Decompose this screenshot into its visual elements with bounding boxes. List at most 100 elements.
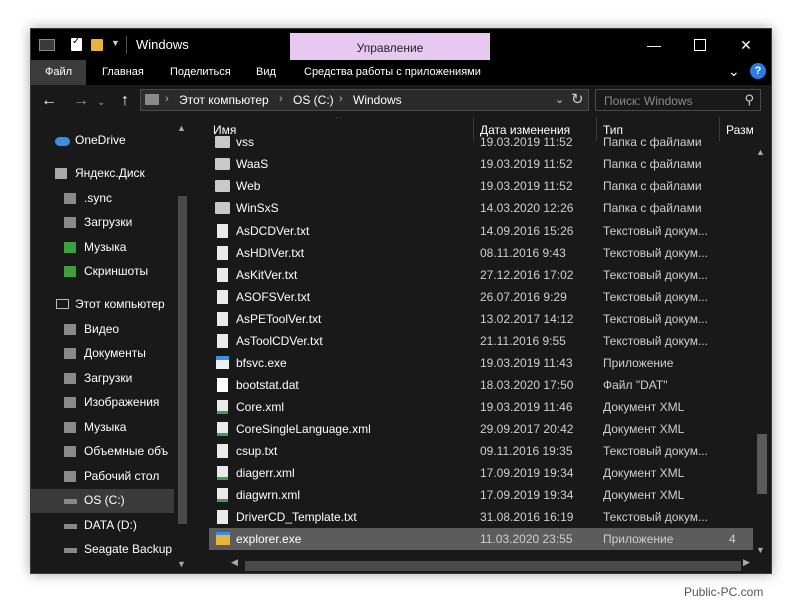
file-row[interactable]: AsToolCDVer.txt 21.11.2016 9:55 Текстовы… [209, 330, 754, 352]
sidebar-scroll-down-icon[interactable]: ▼ [177, 559, 186, 569]
file-name: bfsvc.exe [236, 356, 287, 370]
breadcrumb-os-c[interactable]: OS (C:) [293, 93, 334, 107]
address-dropdown-icon[interactable]: ⌄ [555, 93, 564, 106]
sidebar-item-onedrive[interactable]: OneDrive [31, 129, 174, 153]
breadcrumb-windows[interactable]: Windows [353, 93, 402, 107]
file-type: Текстовый докум... [603, 334, 708, 348]
sidebar-item-desktop[interactable]: Рабочий стол [31, 465, 174, 489]
file-date: 08.11.2016 9:43 [480, 246, 566, 260]
sidebar-item-documents[interactable]: Документы [31, 342, 174, 366]
file-row[interactable]: ASOFSVer.txt 26.07.2016 9:29 Текстовый д… [209, 286, 754, 308]
up-button[interactable]: ↑ [121, 92, 129, 110]
tab-app-tools[interactable]: Средства работы с приложениями [304, 60, 481, 85]
file-list-vertical-scrollbar[interactable] [753, 117, 771, 573]
file-row[interactable]: AsHDIVer.txt 08.11.2016 9:43 Текстовый д… [209, 242, 754, 264]
file-type: Файл "DAT" [603, 378, 668, 392]
file-row[interactable]: AsKitVer.txt 27.12.2016 17:02 Текстовый … [209, 264, 754, 286]
file-row[interactable]: WaaS 19.03.2019 11:52 Папка с файлами [209, 153, 754, 175]
title-bar: ▼ Windows Управление — ✕ [31, 29, 771, 60]
file-name: explorer.exe [236, 532, 302, 546]
vertical-scroll-thumb[interactable] [757, 434, 767, 494]
sidebar-scroll-thumb[interactable] [178, 196, 187, 524]
file-type: Папка с файлами [603, 201, 702, 215]
address-row: ← → ⌄ ↑ › Этот компьютер › OS (C:) › Win… [31, 85, 771, 117]
search-input[interactable]: Поиск: Windows ⚲ [595, 89, 761, 111]
close-button[interactable]: ✕ [723, 33, 769, 57]
help-icon[interactable]: ? [750, 63, 766, 79]
sidebar-item-yandex-disk[interactable]: Яндекс.Диск [31, 162, 174, 186]
file-row[interactable]: AsPEToolVer.txt 13.02.2017 14:12 Текстов… [209, 308, 754, 330]
tab-share[interactable]: Поделиться [170, 60, 231, 85]
new-folder-icon[interactable] [91, 39, 103, 51]
text-file-icon [217, 312, 228, 326]
sidebar-item-os-c[interactable]: OS (C:) [31, 489, 174, 513]
file-date: 19.03.2019 11:43 [480, 356, 573, 370]
sidebar-item-3d-objects[interactable]: Объемные объ [31, 440, 174, 464]
sidebar-item-sync[interactable]: .sync [31, 187, 174, 211]
file-name: AsHDIVer.txt [236, 246, 305, 260]
file-row[interactable]: WinSxS 14.03.2020 12:26 Папка с файлами [209, 197, 754, 219]
sidebar-item-music[interactable]: Музыка [31, 416, 174, 440]
sidebar-item-data-d[interactable]: DATA (D:) [31, 514, 174, 538]
refresh-icon[interactable]: ↻ [571, 90, 584, 108]
file-type: Документ XML [603, 488, 685, 502]
text-file-icon [217, 224, 228, 238]
sidebar-item-screenshots[interactable]: Скриншоты [31, 260, 174, 284]
sidebar-item-this-pc[interactable]: Этот компьютер [31, 293, 174, 317]
tab-view[interactable]: Вид [256, 60, 276, 85]
file-row[interactable]: DriverCD_Template.txt 31.08.2016 16:19 Т… [209, 506, 754, 528]
file-row[interactable]: bootstat.dat 18.03.2020 17:50 Файл "DAT" [209, 374, 754, 396]
expand-ribbon-icon[interactable]: ⌄ [728, 63, 740, 80]
title-separator [126, 36, 127, 54]
scroll-left-icon[interactable]: ◀ [231, 557, 238, 568]
sidebar-item-seagate[interactable]: Seagate Backup [31, 538, 174, 562]
address-bar[interactable]: › Этот компьютер › OS (C:) › Windows ⌄ ↻ [140, 89, 589, 111]
file-row-selected[interactable]: explorer.exe 11.03.2020 23:55 Приложение… [209, 528, 754, 550]
recent-locations-icon[interactable]: ⌄ [97, 97, 105, 108]
file-row[interactable]: AsDCDVer.txt 14.09.2016 15:26 Текстовый … [209, 220, 754, 242]
manage-context-tab[interactable]: Управление [290, 33, 490, 60]
file-row[interactable]: Core.xml 19.03.2019 11:46 Документ XML [209, 396, 754, 418]
sidebar-item-videos[interactable]: Видео [31, 318, 174, 342]
sidebar-item-music-yd[interactable]: Музыка [31, 236, 174, 260]
properties-icon[interactable] [71, 36, 82, 51]
folder-icon [215, 158, 230, 170]
breadcrumb-this-pc[interactable]: Этот компьютер [179, 93, 269, 107]
file-row[interactable]: CoreSingleLanguage.xml 29.09.2017 20:42 … [209, 418, 754, 440]
scroll-right-icon[interactable]: ▶ [743, 557, 750, 568]
drive-icon [64, 548, 77, 553]
scroll-down-icon[interactable]: ▼ [756, 545, 765, 555]
file-type: Текстовый докум... [603, 312, 708, 326]
file-row[interactable]: diagwrn.xml 17.09.2019 19:34 Документ XM… [209, 484, 754, 506]
file-row[interactable]: bfsvc.exe 19.03.2019 11:43 Приложение [209, 352, 754, 374]
file-row[interactable]: Web 19.03.2019 11:52 Папка с файлами [209, 175, 754, 197]
file-name: diagerr.xml [236, 466, 295, 480]
file-name: csup.txt [236, 444, 278, 458]
sidebar-item-downloads-yd[interactable]: Загрузки [31, 211, 174, 235]
file-name: WinSxS [236, 201, 279, 215]
search-icon: ⚲ [744, 92, 754, 107]
file-type: Приложение [603, 532, 674, 546]
minimize-button[interactable]: — [631, 33, 677, 57]
tab-home[interactable]: Главная [102, 60, 144, 85]
file-date: 14.03.2020 12:26 [480, 201, 574, 215]
file-type: Текстовый докум... [603, 268, 708, 282]
sidebar-item-downloads[interactable]: Загрузки [31, 367, 174, 391]
file-row[interactable]: vss 19.03.2019 11:52 Папка с файлами [209, 131, 754, 153]
sidebar-item-label: Яндекс.Диск [75, 166, 145, 180]
file-row[interactable]: diagerr.xml 17.09.2019 19:34 Документ XM… [209, 462, 754, 484]
application-icon [216, 356, 229, 369]
file-type: Текстовый докум... [603, 246, 708, 260]
forward-button[interactable]: → [73, 92, 89, 110]
maximize-button[interactable] [677, 33, 723, 57]
sidebar-item-pictures[interactable]: Изображения [31, 391, 174, 415]
tab-file[interactable]: Файл [31, 60, 87, 85]
scroll-up-icon[interactable]: ▲ [756, 147, 765, 157]
breadcrumb-chevron: › [165, 93, 169, 105]
sidebar-scroll-up-icon[interactable]: ▲ [177, 123, 186, 133]
horizontal-scroll-thumb[interactable] [245, 561, 741, 571]
back-button[interactable]: ← [41, 92, 57, 110]
text-file-icon [217, 268, 228, 282]
file-row[interactable]: csup.txt 09.11.2016 19:35 Текстовый доку… [209, 440, 754, 462]
quick-access-dropdown-icon[interactable]: ▼ [111, 38, 120, 54]
